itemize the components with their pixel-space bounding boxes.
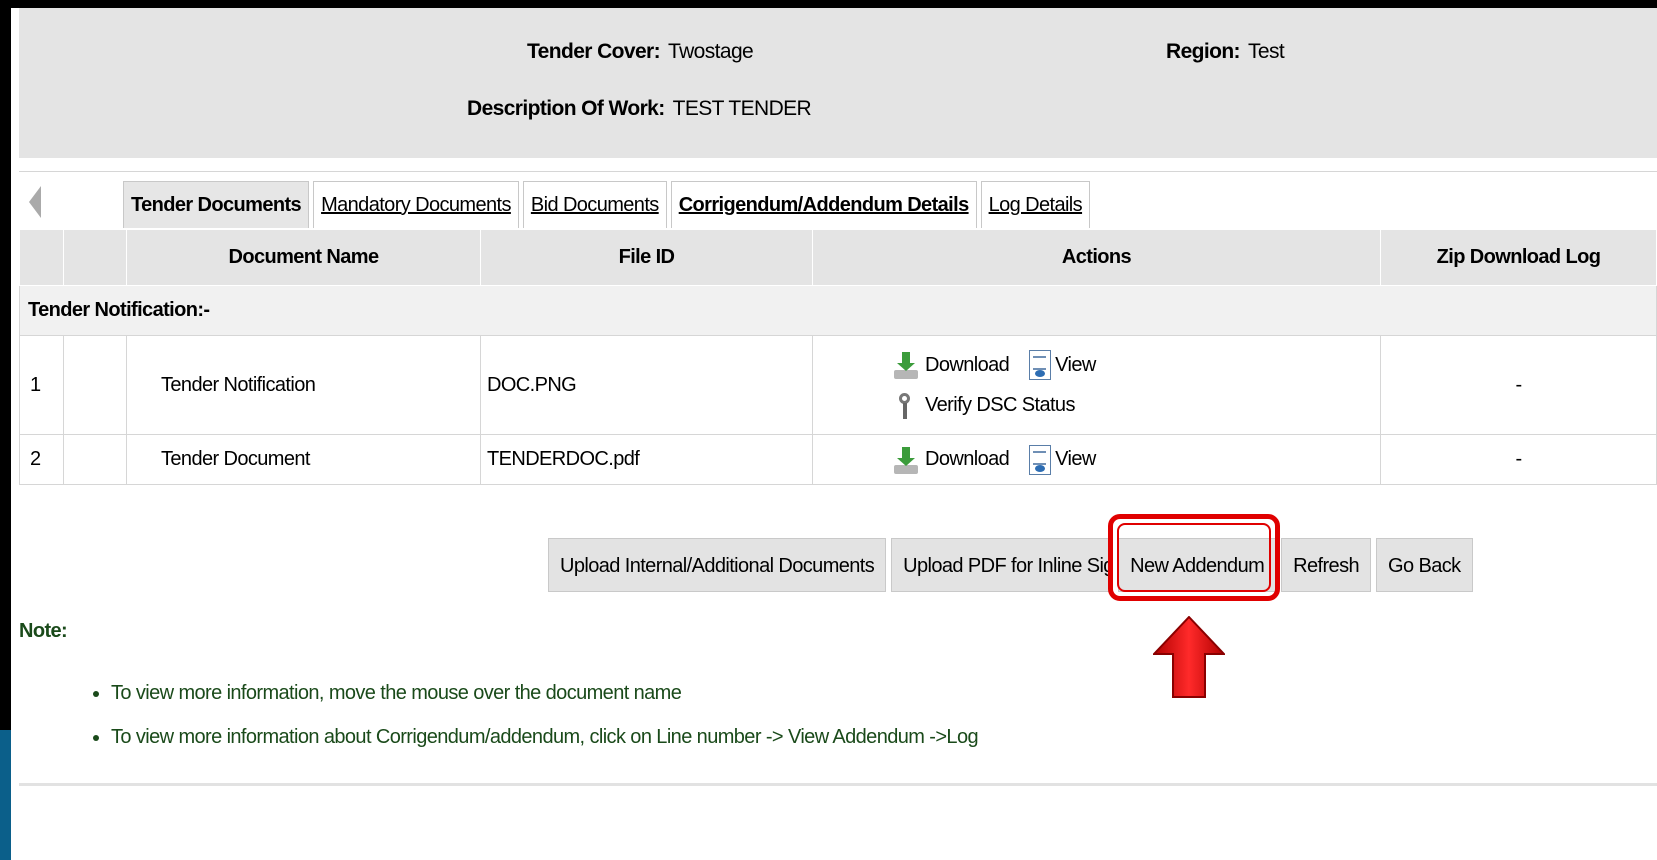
file-id: DOC.PNG: [480, 335, 813, 435]
upload-internal-documents-button[interactable]: Upload Internal/Additional Documents: [548, 538, 887, 592]
view-link[interactable]: View: [1029, 350, 1096, 380]
section-title: Tender Notification:-: [19, 285, 1657, 336]
note-label: Note:: [19, 620, 68, 642]
tender-cover-value: Twostage: [668, 40, 754, 63]
tab-tender-documents[interactable]: Tender Documents: [123, 181, 310, 228]
column-header-zip-download-log: Zip Download Log: [1380, 229, 1657, 286]
download-label: Download: [925, 353, 1010, 376]
view-document-icon: [1029, 444, 1052, 475]
column-header-file-id: File ID: [480, 229, 813, 286]
refresh-button[interactable]: Refresh: [1281, 538, 1372, 592]
verify-dsc-status-link[interactable]: Verify DSC Status: [893, 390, 1075, 420]
go-back-button[interactable]: Go Back: [1376, 538, 1473, 592]
file-id: TENDERDOC.pdf: [480, 434, 813, 485]
view-document-icon: [1029, 350, 1052, 380]
table-header-row: Document Name File ID Actions Zip Downlo…: [19, 229, 1657, 286]
column-header-number: [19, 229, 64, 286]
download-link[interactable]: Download: [893, 350, 1010, 380]
tender-details-page: Tender Cover: Twostage Region: Test Descri…: [11, 8, 1657, 860]
zip-download-log: -: [1380, 434, 1657, 485]
new-addendum-highlight: [1108, 514, 1280, 601]
description-label: Description Of Work:: [467, 97, 665, 120]
row-number[interactable]: 2: [19, 434, 64, 485]
region-label: Region:: [1166, 40, 1241, 63]
actions-cell: Download View Verify DSC Status: [812, 335, 1381, 435]
tab-mandatory-documents[interactable]: Mandatory Documents: [313, 181, 519, 228]
tender-cover-label: Tender Cover:: [527, 40, 661, 63]
tender-info-panel: Tender Cover: Twostage Region: Test Descri…: [19, 8, 1657, 158]
tab-bar: Tender Documents Mandatory Documents Bid…: [19, 171, 1657, 230]
bottom-divider: [19, 783, 1657, 786]
red-arrow-indicator: [1153, 616, 1225, 698]
column-header-blank: [63, 229, 127, 286]
document-name[interactable]: Tender Document: [126, 434, 481, 485]
actions-cell: Download View: [812, 434, 1381, 485]
tab-list: Tender Documents Mandatory Documents Bid…: [123, 181, 1091, 228]
download-link[interactable]: Download: [893, 445, 1010, 475]
dsc-certificate-icon: [893, 390, 919, 420]
row-blank-cell: [63, 434, 127, 485]
description-value: TEST TENDER: [672, 97, 812, 120]
description-row: Description Of Work: TEST TENDER: [467, 97, 812, 121]
tab-corrigendum-addendum-details[interactable]: Corrigendum/Addendum Details: [670, 181, 977, 228]
view-label: View: [1055, 448, 1096, 470]
download-icon: [893, 445, 919, 475]
tab-log-details[interactable]: Log Details: [980, 181, 1091, 228]
region-value: Test: [1247, 40, 1285, 63]
upload-pdf-inline-sign-button[interactable]: Upload PDF for Inline Sign: [891, 538, 1114, 592]
tab-scroll-left-icon[interactable]: [29, 186, 41, 218]
download-label: Download: [925, 448, 1010, 470]
view-label: View: [1055, 353, 1096, 376]
region-row: Region: Test: [1166, 40, 1285, 64]
section-row: Tender Notification:-: [19, 285, 1657, 336]
table-row: 2 Tender Document TENDERDOC.pdf Download…: [19, 434, 1657, 485]
zip-download-log: -: [1380, 335, 1657, 435]
view-link[interactable]: View: [1029, 444, 1096, 475]
note-item: To view more information, move the mouse…: [111, 676, 978, 720]
table-row: 1 Tender Notification DOC.PNG Download V…: [19, 335, 1657, 435]
column-header-actions: Actions: [812, 229, 1381, 286]
tab-bid-documents[interactable]: Bid Documents: [522, 181, 667, 228]
documents-table: Document Name File ID Actions Zip Downlo…: [19, 229, 1657, 485]
note-item: To view more information about Corrigend…: [111, 720, 979, 764]
document-name[interactable]: Tender Notification: [126, 335, 481, 435]
verify-dsc-status-label: Verify DSC Status: [925, 393, 1075, 416]
column-header-document-name: Document Name: [126, 229, 481, 286]
left-accent-bar: [0, 730, 11, 860]
row-blank-cell: [63, 335, 127, 435]
download-icon: [893, 350, 919, 380]
row-number[interactable]: 1: [19, 335, 64, 435]
note-list: To view more information, move the mouse…: [81, 676, 979, 764]
tender-cover-row: Tender Cover: Twostage: [527, 40, 754, 64]
action-button-row: Upload Internal/Additional Documents Upl…: [548, 538, 1473, 592]
